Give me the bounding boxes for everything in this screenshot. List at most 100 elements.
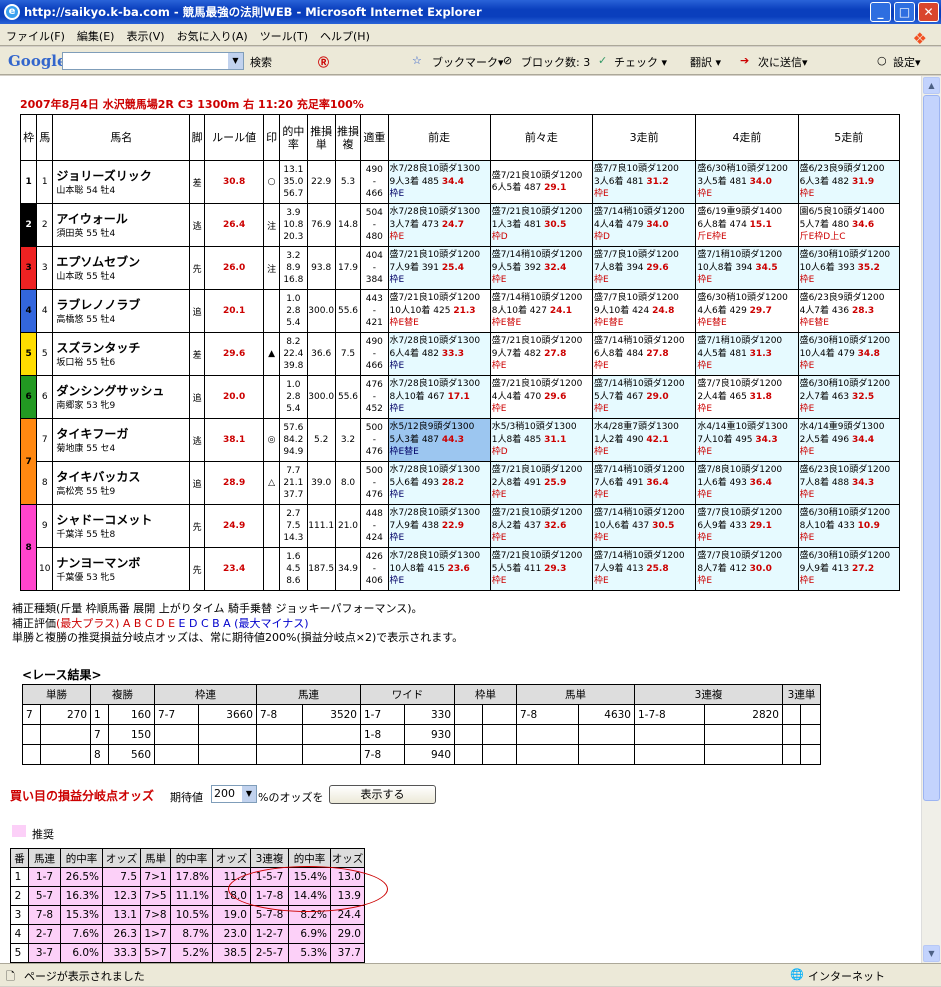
result-cell — [154, 744, 199, 765]
result-cell: 7-8 — [360, 744, 405, 765]
past-race-index: 21.3 — [453, 305, 476, 316]
weight-max: 500 — [365, 423, 383, 433]
race-row: 4 4 ラブレノノラブ 高橋悠 55 牡4 追 20.1 1.0 2.8 5.4 300.0 55.… — [19, 289, 901, 333]
past-race-result: 6人8着 474 — [697, 219, 750, 230]
hit-rate-cell: 7.7 21.1 37.7 — [279, 461, 308, 505]
past-race-info: 盛7/14稍10頭ダ1200 — [594, 207, 685, 218]
scroll-up-icon[interactable]: ▲ — [923, 77, 940, 94]
past-race-info: 盛7/21良10頭ダ1200 — [491, 379, 583, 390]
translate-button[interactable]: 翻訳 ▾ — [690, 54, 721, 70]
close-button[interactable]: ✕ — [918, 2, 939, 22]
waku-cell: 2 — [19, 203, 38, 247]
past-race-info: 水7/28良10頭ダ1300 — [389, 551, 481, 562]
horse-name[interactable]: ナンヨーマンボ — [56, 556, 189, 570]
horse-name[interactable]: スズランタッチ — [56, 341, 189, 355]
past-race-correction: 枠E — [389, 361, 405, 372]
send-button[interactable]: 次に送信▾ — [758, 54, 808, 70]
jockey-info: 坂口裕 55 牡6 — [56, 357, 116, 368]
weight-max: 426 — [365, 552, 383, 562]
chevron-down-icon[interactable]: ▼ — [242, 786, 256, 802]
spellcheck-icon: ✓ — [598, 54, 608, 67]
past-race-result: 5人5着 411 — [491, 563, 545, 574]
popup-block-button[interactable]: ブロック数: 3 — [521, 54, 590, 70]
maximize-button[interactable]: □ — [894, 2, 915, 22]
rule-value: 30.8 — [204, 160, 264, 204]
past-race-result: 1人6着 493 — [697, 477, 750, 488]
bookmark-button[interactable]: ブックマーク▾ — [432, 54, 504, 70]
weight-max: 448 — [365, 509, 383, 519]
horse-name[interactable]: ジョリーズリック — [56, 169, 189, 183]
past-race-index: 34.8 — [857, 348, 880, 359]
running-style: 差 — [189, 332, 206, 376]
menu-tools[interactable]: ツール(T) — [254, 24, 314, 44]
past-race-info: 盛7/7良10頭ダ1200 — [594, 164, 679, 175]
waku-cell: 1 — [19, 160, 38, 204]
result-cell: 330 — [404, 704, 455, 725]
past-race-info: 盛6/30稍10頭ダ1200 — [799, 336, 891, 347]
expected-value-select[interactable]: 200 ▼ — [211, 785, 257, 803]
show-odds-button[interactable]: 表示する — [329, 785, 436, 804]
recommended-place-odds: 3.2 — [334, 418, 362, 462]
recommended-place-odds: 55.6 — [334, 289, 362, 333]
weight-max: 404 — [365, 251, 383, 261]
past-race-index: 31.3 — [749, 348, 772, 359]
bet-row: 4 2-7 7.6% 26.3 1>7 8.7% 23.0 1-2-7 6.9% 29.0 — [10, 924, 365, 944]
past-race-correction: 枠E — [799, 189, 815, 200]
weight-max: 500 — [365, 466, 383, 476]
chevron-down-icon[interactable]: ▼ — [228, 53, 243, 69]
past-race-correction: 枠E — [491, 490, 507, 501]
horse-name[interactable]: アイウォール — [56, 212, 189, 226]
horse-name[interactable]: エプソムセブン — [56, 255, 189, 269]
past-race-result: 2人4着 465 — [697, 391, 750, 402]
horse-name[interactable]: タイキバッカス — [56, 470, 189, 484]
running-style: 追 — [189, 375, 206, 419]
google-search-button[interactable]: 検索 — [250, 54, 272, 70]
scroll-down-icon[interactable]: ▼ — [923, 945, 940, 962]
past-race-cell: 盛6/30稍10頭ダ1200 4人6着 429 29.7 枠E替E — [695, 289, 799, 333]
hit-rate-place: 35.0 — [283, 177, 304, 187]
settings-button[interactable]: 設定▾ — [893, 54, 921, 70]
result-cell — [454, 744, 483, 765]
past-race-correction: 枠D — [491, 447, 508, 458]
past-race-cell: 盛7/21良10頭ダ1200 1人3着 481 30.5 枠D — [489, 203, 594, 247]
past-race-index: 23.6 — [447, 563, 470, 574]
menu-file[interactable]: ファイル(F) — [0, 24, 71, 44]
horse-name[interactable]: シャドーコメット — [56, 513, 189, 527]
pagerank-icon[interactable]: Ⓡ — [318, 54, 329, 70]
scroll-thumb[interactable] — [923, 95, 940, 801]
past-race-cell: 水7/28良10頭ダ1300 3人7着 473 24.7 枠E — [387, 203, 491, 247]
weight-max: 490 — [365, 337, 383, 347]
past-race-info: 盛7/7良10頭ダ1200 — [594, 293, 679, 304]
past-race-cell: 盛7/21良10頭ダ1200 2人8着 491 25.9 枠E — [489, 461, 594, 505]
past-race-result: 7人8着 488 — [799, 477, 852, 488]
google-search-input[interactable]: ▼ — [62, 52, 244, 70]
horse-name[interactable]: ダンシングサッシュ — [56, 384, 189, 398]
horse-name[interactable]: タイキフーガ — [56, 427, 189, 441]
past-race-correction: 枠E — [491, 576, 507, 587]
horse-name[interactable]: ラブレノノラブ — [56, 298, 189, 312]
minimize-button[interactable]: _ — [870, 2, 891, 22]
past-race-index: 27.8 — [646, 348, 669, 359]
past-race-info: 盛7/7良10頭ダ1200 — [697, 508, 783, 519]
menu-view[interactable]: 表示(V) — [120, 24, 170, 44]
hit-rate-place: 7.5 — [286, 521, 301, 531]
weight-min: 466 — [365, 361, 383, 371]
vertical-scrollbar[interactable]: ▲ ▼ — [921, 76, 941, 963]
result-cell — [782, 704, 801, 725]
spellcheck-button[interactable]: チェック ▾ — [614, 54, 667, 70]
bet-header-cell: オッズ — [330, 848, 365, 868]
past-race-cell: 盛7/14稍10頭ダ1200 10人6着 437 30.5 枠E — [592, 504, 697, 548]
notes-line-1: 補正種類(斤量 枠順馬番 展開 上がりタイム 騎手乗替 ジョッキーパフォーマンス… — [12, 602, 423, 615]
jockey-info: 山本政 55 牡4 — [56, 271, 116, 282]
star-icon[interactable]: ☆ — [412, 54, 422, 67]
bet-cell: 19.0 — [212, 905, 251, 925]
menu-help[interactable]: ヘルプ(H) — [314, 24, 376, 44]
result-cell — [634, 744, 705, 765]
menu-edit[interactable]: 編集(E) — [71, 24, 121, 44]
past-race-result: 9人10着 424 — [594, 305, 653, 316]
bet-cell: 37.7 — [330, 943, 365, 963]
weight-max: 476 — [365, 380, 383, 390]
past-race-cell: 盛7/21良10頭ダ1200 10人10着 425 21.3 枠E替E — [387, 289, 491, 333]
menu-favorites[interactable]: お気に入り(A) — [171, 24, 254, 44]
result-cell: 4630 — [578, 704, 635, 725]
